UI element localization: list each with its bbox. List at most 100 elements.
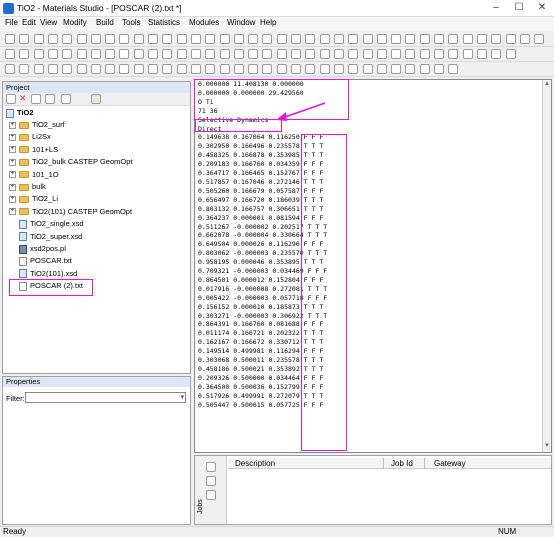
toolbar-button-icon[interactable] xyxy=(376,34,387,44)
sort-icon[interactable] xyxy=(61,94,71,104)
copy-icon[interactable] xyxy=(31,94,41,104)
tree-item[interactable]: TiO2_single.xsd xyxy=(9,218,84,230)
toolbar-button-icon[interactable] xyxy=(190,64,201,74)
toolbar-button-icon[interactable] xyxy=(205,64,216,74)
toolbar-button-icon[interactable] xyxy=(33,64,44,74)
toolbar-button-icon[interactable] xyxy=(90,49,101,59)
toolbar-button-icon[interactable] xyxy=(348,34,359,44)
toolbar-button-icon[interactable] xyxy=(133,64,144,74)
toolbar-button-icon[interactable] xyxy=(119,34,130,44)
toolbar-button-icon[interactable] xyxy=(419,64,430,74)
toolbar-button-icon[interactable] xyxy=(276,49,287,59)
tree-item[interactable]: + bulk xyxy=(9,181,46,193)
toolbar-button-icon[interactable] xyxy=(162,49,173,59)
toolbar-button-icon[interactable] xyxy=(133,49,144,59)
toolbar-button-icon[interactable] xyxy=(133,34,144,44)
toolbar-button-icon[interactable] xyxy=(376,64,387,74)
toolbar-button-icon[interactable] xyxy=(262,49,273,59)
toolbar-button-icon[interactable] xyxy=(105,64,116,74)
toolbar-button-icon[interactable] xyxy=(419,34,430,44)
toolbar-button-icon[interactable] xyxy=(248,64,259,74)
expand-icon[interactable]: + xyxy=(9,183,16,191)
toolbar-button-icon[interactable] xyxy=(76,49,87,59)
toolbar-button-icon[interactable] xyxy=(462,49,473,59)
toolbar-button-icon[interactable] xyxy=(491,34,502,44)
toolbar-button-icon[interactable] xyxy=(5,49,15,59)
toolbar-button-icon[interactable] xyxy=(348,49,359,59)
toolbar-button-icon[interactable] xyxy=(47,64,58,74)
expand-icon[interactable]: + xyxy=(9,158,16,166)
toolbar-button-icon[interactable] xyxy=(319,64,330,74)
toolbar-button-icon[interactable] xyxy=(190,34,201,44)
menu-modify[interactable]: Modify xyxy=(63,18,87,27)
toolbar-button-icon[interactable] xyxy=(519,34,530,44)
text-editor[interactable]: 0.000000 11.408130 0.000000 0.000000 0.00… xyxy=(194,79,552,453)
menu-tools[interactable]: Tools xyxy=(122,18,141,27)
toolbar-button-icon[interactable] xyxy=(148,49,158,59)
menu-edit[interactable]: Edit xyxy=(22,18,36,27)
toolbar-button-icon[interactable] xyxy=(376,49,387,59)
toolbar-button-icon[interactable] xyxy=(90,34,101,44)
toolbar-button-icon[interactable] xyxy=(448,64,459,74)
toolbar-button-icon[interactable] xyxy=(333,49,344,59)
tree-item[interactable]: + TiO2_surf xyxy=(9,119,65,131)
toolbar-button-icon[interactable] xyxy=(448,34,459,44)
job-stop-icon[interactable] xyxy=(206,476,216,486)
toolbar-button-icon[interactable] xyxy=(362,64,373,74)
toolbar-button-icon[interactable] xyxy=(333,34,344,44)
toolbar-button-icon[interactable] xyxy=(305,34,316,44)
toolbar-button-icon[interactable] xyxy=(434,64,444,74)
toolbar-button-icon[interactable] xyxy=(319,49,330,59)
toolbar-button-icon[interactable] xyxy=(534,34,545,44)
paste-icon[interactable] xyxy=(45,94,55,104)
scroll-up-icon[interactable]: ▲ xyxy=(544,81,550,87)
toolbar-button-icon[interactable] xyxy=(505,49,516,59)
close-button[interactable]: ✕ xyxy=(531,0,553,16)
toolbar-button-icon[interactable] xyxy=(448,49,459,59)
menu-build[interactable]: Build xyxy=(96,18,114,27)
toolbar-button-icon[interactable] xyxy=(148,34,158,44)
toolbar-button-icon[interactable] xyxy=(233,34,244,44)
minimize-button[interactable]: – xyxy=(485,0,507,16)
toolbar-button-icon[interactable] xyxy=(462,34,473,44)
toolbar-button-icon[interactable] xyxy=(248,34,259,44)
toolbar-button-icon[interactable] xyxy=(291,34,301,44)
toolbar-button-icon[interactable] xyxy=(47,49,58,59)
toolbar-button-icon[interactable] xyxy=(491,49,502,59)
toolbar-button-icon[interactable] xyxy=(162,34,173,44)
toolbar-button-icon[interactable] xyxy=(405,49,416,59)
toolbar-button-icon[interactable] xyxy=(362,49,373,59)
menu-file[interactable]: File xyxy=(5,18,18,27)
expand-icon[interactable]: + xyxy=(9,171,16,179)
maximize-button[interactable]: ☐ xyxy=(508,0,530,16)
toolbar-button-icon[interactable] xyxy=(276,34,287,44)
toolbar-button-icon[interactable] xyxy=(333,64,344,74)
editor-scrollbar[interactable]: ▲ ▼ xyxy=(542,80,551,452)
column-description[interactable]: Description xyxy=(235,459,275,468)
toolbar-button-icon[interactable] xyxy=(119,64,130,74)
toolbar-button-icon[interactable] xyxy=(5,34,15,44)
menu-view[interactable]: View xyxy=(40,18,57,27)
toolbar-button-icon[interactable] xyxy=(219,34,230,44)
toolbar-button-icon[interactable] xyxy=(233,64,244,74)
column-job-id[interactable]: Job Id xyxy=(391,459,413,468)
toolbar-button-icon[interactable] xyxy=(291,64,301,74)
toolbar-button-icon[interactable] xyxy=(419,49,430,59)
tree-root[interactable]: TiO2 xyxy=(6,107,34,119)
menu-statistics[interactable]: Statistics xyxy=(148,18,180,27)
toolbar-button-icon[interactable] xyxy=(33,49,44,59)
toolbar-button-icon[interactable] xyxy=(19,49,30,59)
toolbar-button-icon[interactable] xyxy=(262,64,273,74)
toolbar-button-icon[interactable] xyxy=(205,34,216,44)
job-download-icon[interactable] xyxy=(206,490,216,500)
toolbar-button-icon[interactable] xyxy=(319,34,330,44)
toolbar-button-icon[interactable] xyxy=(190,49,201,59)
expand-icon[interactable]: + xyxy=(9,133,16,141)
tree-item[interactable]: +101+LS xyxy=(9,144,58,156)
tree-item[interactable]: + TiO2(101) CASTEP GeomOpt xyxy=(9,206,132,218)
filter-input[interactable]: ▾ xyxy=(25,392,186,403)
toolbar-button-icon[interactable] xyxy=(76,34,87,44)
toolbar-button-icon[interactable] xyxy=(405,64,416,74)
toolbar-button-icon[interactable] xyxy=(434,34,444,44)
toolbar-button-icon[interactable] xyxy=(476,49,487,59)
